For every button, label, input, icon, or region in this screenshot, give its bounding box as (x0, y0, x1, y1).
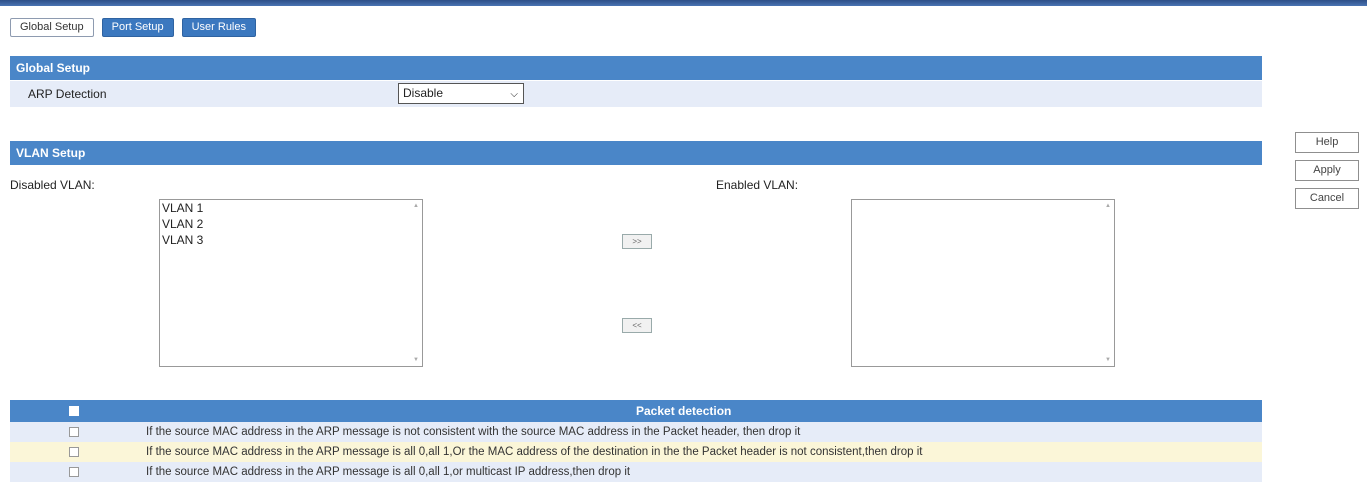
global-setup-header: Global Setup (10, 56, 1262, 80)
move-left-button[interactable]: << (622, 318, 652, 333)
disabled-vlan-listbox[interactable]: VLAN 1 VLAN 2 VLAN 3 ▲ ▼ (159, 199, 423, 367)
top-accent-bar (0, 0, 1367, 6)
table-row: If the source MAC address in the ARP mes… (10, 462, 1262, 482)
select-all-checkbox[interactable] (69, 406, 79, 416)
chevron-down-icon: ⌵ (510, 89, 518, 100)
table-row: If the source MAC address in the ARP mes… (10, 442, 1262, 462)
list-item[interactable]: VLAN 2 (160, 216, 422, 232)
scroll-down-icon[interactable]: ▼ (413, 357, 419, 363)
tab-port-setup[interactable]: Port Setup (101, 18, 174, 37)
scroll-down-icon[interactable]: ▼ (1105, 357, 1111, 363)
apply-button[interactable]: Apply (1295, 160, 1359, 181)
rule-text: If the source MAC address in the ARP mes… (146, 466, 631, 478)
list-item[interactable]: VLAN 3 (160, 232, 422, 248)
scroll-up-icon[interactable]: ▲ (1105, 203, 1111, 209)
arp-detection-value: Disable (403, 86, 444, 100)
enabled-vlan-label: Enabled VLAN: (716, 178, 799, 192)
packet-detection-header: Packet detection (10, 400, 1262, 422)
packet-detection-title: Packet detection (636, 404, 732, 418)
arp-detection-row: ARP Detection Disable ⌵ (10, 81, 1262, 107)
tab-global-setup[interactable]: Global Setup (10, 18, 94, 37)
arp-detection-select[interactable]: Disable ⌵ (398, 83, 524, 104)
list-item[interactable]: VLAN 1 (160, 200, 422, 216)
help-button[interactable]: Help (1295, 132, 1359, 153)
tab-user-rules[interactable]: User Rules (181, 18, 256, 37)
tab-bar: Global Setup Port Setup User Rules (10, 18, 256, 37)
row-checkbox[interactable] (69, 427, 79, 437)
disabled-vlan-label: Disabled VLAN: (10, 178, 95, 192)
move-right-button[interactable]: >> (622, 234, 652, 249)
enabled-vlan-listbox[interactable]: ▲ ▼ (851, 199, 1115, 367)
scroll-up-icon[interactable]: ▲ (413, 203, 419, 209)
arp-detection-label: ARP Detection (28, 87, 107, 101)
table-row: If the source MAC address in the ARP mes… (10, 422, 1262, 442)
packet-detection-table: Packet detection If the source MAC addre… (10, 400, 1262, 482)
cancel-button[interactable]: Cancel (1295, 188, 1359, 209)
row-checkbox[interactable] (69, 467, 79, 477)
vlan-setup-header: VLAN Setup (10, 141, 1262, 165)
row-checkbox[interactable] (69, 447, 79, 457)
rule-text: If the source MAC address in the ARP mes… (146, 426, 801, 438)
rule-text: If the source MAC address in the ARP mes… (146, 446, 923, 458)
